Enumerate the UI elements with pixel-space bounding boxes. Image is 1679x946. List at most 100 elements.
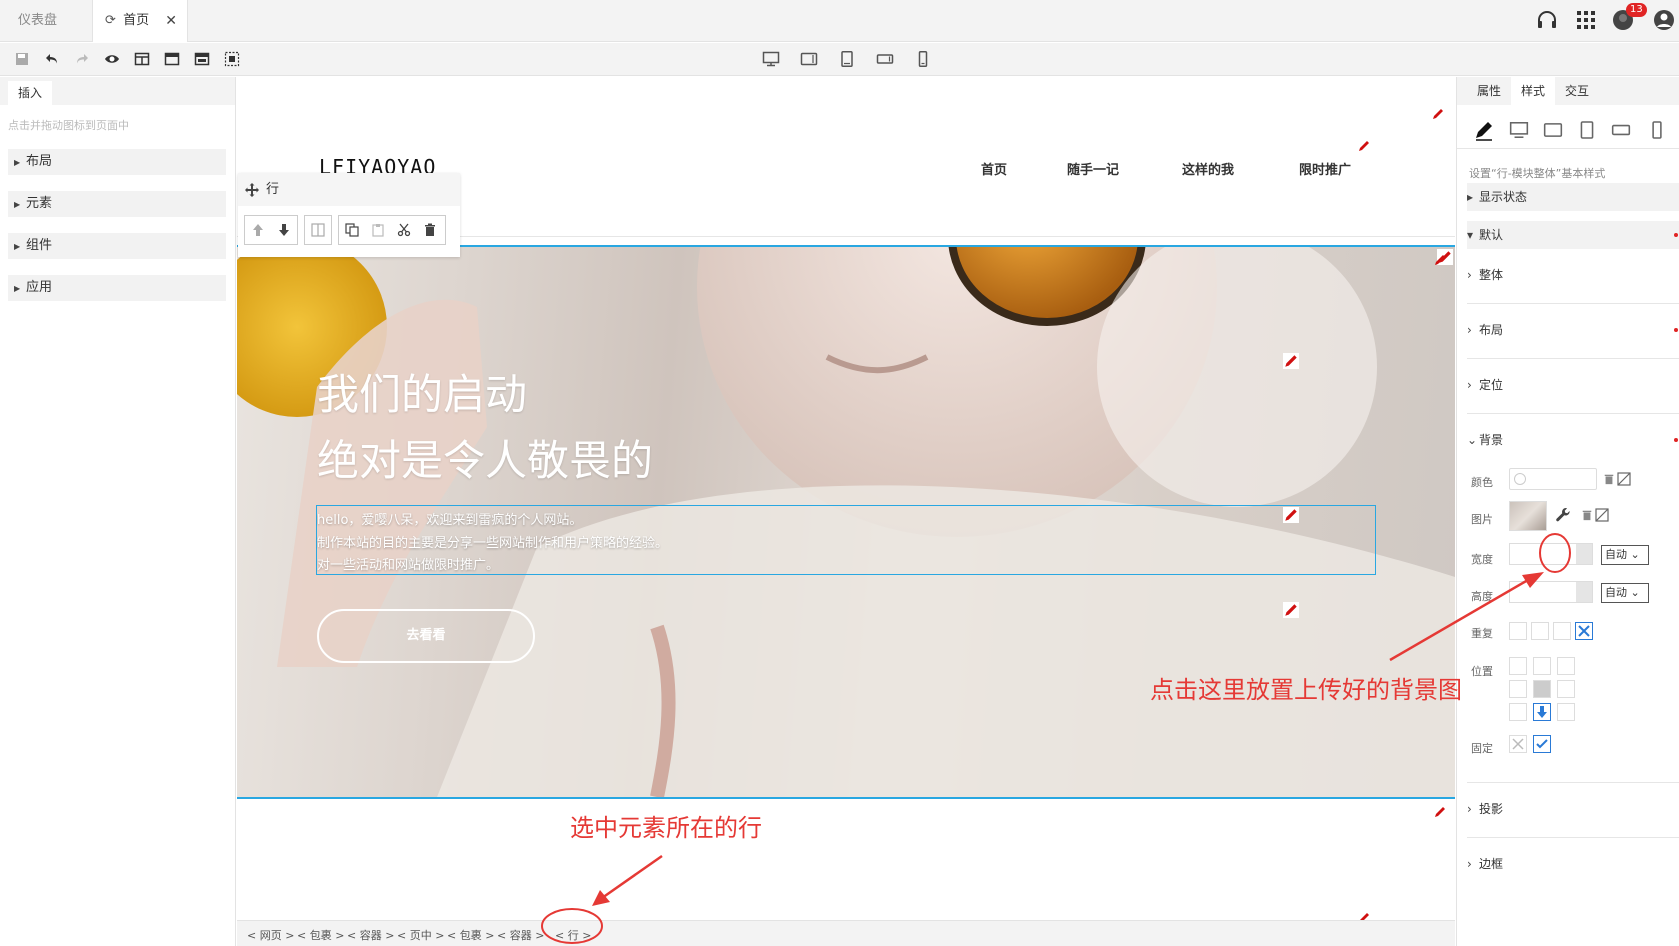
trash-icon[interactable] — [423, 223, 437, 237]
crumb-container[interactable]: < 容器 > — [497, 927, 544, 943]
bg-width-input[interactable] — [1509, 543, 1593, 565]
section-layout[interactable]: › 布局 — [1467, 316, 1679, 344]
move-up-icon[interactable] — [251, 223, 265, 237]
wrench-icon[interactable] — [1555, 507, 1571, 523]
edit-pencil-icon[interactable] — [1431, 107, 1445, 121]
repeat-y-option[interactable] — [1553, 622, 1571, 640]
trash-icon[interactable] — [1581, 509, 1593, 521]
accordion-components[interactable]: ▶ 组件 — [8, 233, 226, 259]
crumb-container[interactable]: < 容器 > — [347, 927, 394, 943]
position-top-right[interactable] — [1557, 657, 1575, 675]
preview-eye-icon[interactable] — [104, 51, 120, 67]
section-shadow[interactable]: › 投影 — [1467, 795, 1679, 823]
section-background[interactable]: ⌄ 背景 — [1467, 426, 1679, 454]
position-top-left[interactable] — [1509, 657, 1527, 675]
position-bottom-left[interactable] — [1509, 703, 1527, 721]
hero-title[interactable]: 我们的启动 绝对是令人敬畏的 — [317, 362, 653, 494]
position-left[interactable] — [1509, 680, 1527, 698]
spinner-icon[interactable] — [1576, 582, 1592, 602]
close-icon[interactable]: ✕ — [165, 0, 177, 42]
fixed-on-option[interactable] — [1533, 735, 1551, 753]
edit-pencil-icon[interactable] — [1433, 805, 1447, 819]
crumb-wrap[interactable]: < 包裹 > — [297, 927, 344, 943]
bg-width-unit-select[interactable]: 自动 ⌄ — [1601, 545, 1649, 565]
accordion-layout[interactable]: ▶ 布局 — [8, 149, 226, 175]
headset-icon[interactable] — [1535, 8, 1559, 32]
hero-banner[interactable]: 我们的启动 绝对是令人敬畏的 hello，爱嘤八呆，欢迎来到雷疯的个人网站。 制… — [237, 247, 1455, 797]
cut-icon[interactable] — [397, 223, 411, 237]
clear-icon[interactable] — [1595, 508, 1609, 522]
tab-insert[interactable]: 插入 — [8, 81, 52, 105]
bg-height-input[interactable] — [1509, 581, 1593, 603]
repeat-x-option[interactable] — [1531, 622, 1549, 640]
tab-properties[interactable]: 属性 — [1467, 77, 1511, 105]
clear-icon[interactable] — [1617, 472, 1631, 486]
tab-dashboard[interactable]: 仪表盘 — [0, 0, 90, 42]
copy-icon[interactable] — [345, 223, 359, 237]
edit-pencil-icon[interactable] — [1433, 253, 1447, 267]
refresh-icon[interactable]: ⟳ — [105, 0, 119, 42]
crumb-page-middle[interactable]: < 页中 > — [397, 927, 444, 943]
move-icon[interactable] — [244, 182, 260, 198]
layout-split-icon[interactable] — [134, 51, 150, 67]
position-center[interactable] — [1533, 680, 1551, 698]
bg-height-unit-select[interactable]: 自动 ⌄ — [1601, 583, 1649, 603]
position-bottom[interactable] — [1533, 703, 1551, 721]
nav-promo[interactable]: 限时推广 — [1299, 159, 1351, 178]
nav-notes[interactable]: 随手一记 — [1067, 159, 1119, 178]
tablet-landscape-icon[interactable] — [1543, 121, 1563, 139]
row-toolbar-header[interactable]: 行 — [238, 173, 460, 206]
section-position[interactable]: › 定位 — [1467, 371, 1679, 399]
column-split-button[interactable] — [304, 215, 332, 245]
trash-icon[interactable] — [1603, 473, 1615, 485]
edit-pencil-icon[interactable] — [1283, 507, 1299, 523]
edit-pencil-icon[interactable] — [1357, 139, 1371, 153]
section-overall[interactable]: › 整体 — [1467, 261, 1679, 289]
position-top[interactable] — [1533, 657, 1551, 675]
nav-home[interactable]: 首页 — [981, 159, 1007, 178]
undo-icon[interactable] — [44, 51, 60, 67]
layout-header-icon[interactable] — [164, 51, 180, 67]
desktop-icon[interactable] — [762, 51, 780, 67]
crumb-row[interactable]: < 行 > — [555, 927, 591, 943]
tablet-portrait-icon[interactable] — [1577, 121, 1597, 139]
position-right[interactable] — [1557, 680, 1575, 698]
apps-grid-icon[interactable] — [1574, 8, 1598, 32]
edit-pencil-icon[interactable] — [1283, 602, 1299, 618]
bg-color-input[interactable] — [1509, 468, 1597, 490]
edit-pencil-icon[interactable] — [1283, 353, 1299, 369]
bg-image-thumbnail[interactable] — [1509, 501, 1547, 531]
layout-full-icon[interactable] — [194, 51, 210, 67]
desktop-icon[interactable] — [1509, 121, 1529, 139]
redo-icon[interactable] — [74, 51, 90, 67]
accordion-elements[interactable]: ▶ 元素 — [8, 191, 226, 217]
no-repeat-option[interactable] — [1575, 622, 1593, 640]
brush-pencil-icon[interactable] — [1473, 119, 1495, 141]
paste-icon[interactable] — [371, 223, 385, 237]
accordion-apps[interactable]: ▶ 应用 — [8, 275, 226, 301]
position-bottom-right[interactable] — [1557, 703, 1575, 721]
crumb-wrap[interactable]: < 包裹 > — [447, 927, 494, 943]
select-region-icon[interactable] — [224, 51, 240, 67]
nav-about[interactable]: 这样的我 — [1182, 159, 1234, 178]
phone-portrait-icon[interactable] — [1647, 121, 1667, 139]
spinner-icon[interactable] — [1576, 544, 1592, 564]
phone-portrait-icon[interactable] — [914, 51, 932, 67]
crumb-page[interactable]: < 网页 > — [247, 927, 294, 943]
phone-landscape-icon[interactable] — [876, 51, 894, 67]
fixed-off-option[interactable] — [1509, 735, 1527, 753]
account-icon[interactable] — [1652, 8, 1676, 32]
tablet-landscape-icon[interactable] — [800, 51, 818, 67]
tab-interaction[interactable]: 交互 — [1555, 77, 1599, 105]
hero-cta-button[interactable]: 去看看 — [317, 609, 535, 663]
save-icon[interactable] — [14, 51, 30, 67]
tab-home[interactable]: ⟳ 首页 ✕ — [92, 0, 188, 42]
repeat-all-option[interactable] — [1509, 622, 1527, 640]
phone-landscape-icon[interactable] — [1611, 121, 1631, 139]
section-border[interactable]: › 边框 — [1467, 850, 1679, 878]
move-down-icon[interactable] — [277, 223, 291, 237]
tablet-portrait-icon[interactable] — [838, 51, 856, 67]
section-default[interactable]: ▾ 默认 — [1467, 221, 1679, 249]
tab-style[interactable]: 样式 — [1511, 77, 1555, 105]
section-display-state[interactable]: ▸ 显示状态 — [1467, 183, 1679, 211]
